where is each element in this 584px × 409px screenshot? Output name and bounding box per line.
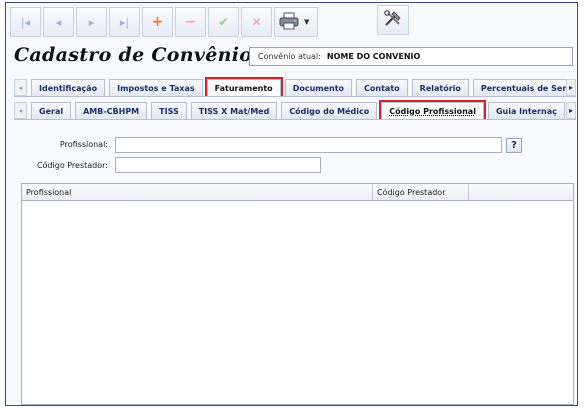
codigo-prestador-input[interactable] xyxy=(115,157,321,173)
main-tabs: Identificação Impostos e Taxas Faturamen… xyxy=(27,76,567,96)
next-record-button[interactable]: ▸ xyxy=(76,7,107,37)
tab-relatorio[interactable]: Relatório xyxy=(411,79,469,96)
window-frame: |◂ ◂ ▸ ▸| + − ✔ ✕ ▼ Cadastro de Convênio… xyxy=(5,2,578,406)
first-record-button[interactable]: |◂ xyxy=(10,7,41,37)
check-icon: ✔ xyxy=(218,15,229,29)
tabs-scroll-left-icon[interactable]: ◂ xyxy=(14,79,27,96)
tab-faturamento[interactable]: Faturamento xyxy=(204,77,283,96)
tab-geral[interactable]: Geral xyxy=(31,102,72,119)
tab-documento[interactable]: Documento xyxy=(284,79,353,96)
convenio-value: NOME DO CONVENIO xyxy=(326,52,421,61)
codigo-prestador-label: Código Prestador: xyxy=(36,161,108,170)
column-header-empty xyxy=(469,184,573,200)
print-button[interactable]: ▼ xyxy=(274,7,318,37)
last-icon: ▸| xyxy=(119,15,130,29)
convenio-label: Convênio atual: xyxy=(258,52,321,61)
column-header-profissional[interactable]: Profissional xyxy=(22,184,373,200)
toolbar: |◂ ◂ ▸ ▸| + − ✔ ✕ ▼ xyxy=(10,5,320,39)
sub-tabbar: ◂ Geral AMB-CBHPM TISS TISS X Mat/Med Có… xyxy=(14,100,576,120)
grid-header: Profissional Código Prestador xyxy=(22,184,573,201)
last-record-button[interactable]: ▸| xyxy=(109,7,140,37)
help-icon[interactable]: ? xyxy=(506,138,522,153)
add-button[interactable]: + xyxy=(142,7,173,37)
tab-codigo-do-medico[interactable]: Código do Médico xyxy=(281,102,378,119)
next-icon: ▸ xyxy=(88,15,95,29)
x-icon: ✕ xyxy=(251,15,262,29)
minus-icon: − xyxy=(184,14,197,30)
subtabs-scroll-left-icon[interactable]: ◂ xyxy=(14,102,27,119)
page-title: Cadastro de Convênios xyxy=(14,44,264,66)
tab-guia-internacao[interactable]: Guia Internaç xyxy=(487,102,565,119)
tab-contato[interactable]: Contato xyxy=(356,79,408,96)
main-tabbar: ◂ Identificação Impostos e Taxas Faturam… xyxy=(14,77,576,97)
remove-button[interactable]: − xyxy=(175,7,206,37)
tab-identificacao[interactable]: Identificação xyxy=(31,79,106,96)
first-icon: |◂ xyxy=(20,15,31,29)
tab-impostos-e-taxas[interactable]: Impostos e Taxas xyxy=(109,79,203,96)
previous-icon: ◂ xyxy=(55,15,62,29)
sub-tabs: Geral AMB-CBHPM TISS TISS X Mat/Med Códi… xyxy=(27,99,567,119)
tab-tiss[interactable]: TISS xyxy=(151,102,187,119)
profissional-input[interactable] xyxy=(115,137,502,153)
tab-percentuais-de-servico[interactable]: Percentuais de Serv xyxy=(472,79,567,96)
tab-amb-cbhpm[interactable]: AMB-CBHPM xyxy=(75,102,148,119)
tab-codigo-profissional[interactable]: Código Profissional xyxy=(379,100,486,119)
column-header-codigo-prestador[interactable]: Código Prestador xyxy=(373,184,469,200)
tab-tiss-mat-med[interactable]: TISS X Mat/Med xyxy=(190,102,278,119)
printer-icon xyxy=(279,12,299,33)
profissional-label: Profissional: xyxy=(59,140,108,149)
cancel-button[interactable]: ✕ xyxy=(241,7,272,37)
confirm-button[interactable]: ✔ xyxy=(208,7,239,37)
plus-icon: + xyxy=(151,14,164,30)
previous-record-button[interactable]: ◂ xyxy=(43,7,74,37)
subtabs-scroll-right-icon[interactable]: ▸ xyxy=(566,102,576,119)
chevron-down-icon[interactable]: ▼ xyxy=(304,18,309,26)
tools-icon xyxy=(383,9,403,32)
current-convenio-display: Convênio atual: NOME DO CONVENIO xyxy=(249,47,573,66)
profissionais-grid[interactable]: Profissional Código Prestador xyxy=(21,183,574,405)
tools-button[interactable] xyxy=(377,5,409,35)
tabs-scroll-right-icon[interactable]: ▸ xyxy=(566,79,576,96)
